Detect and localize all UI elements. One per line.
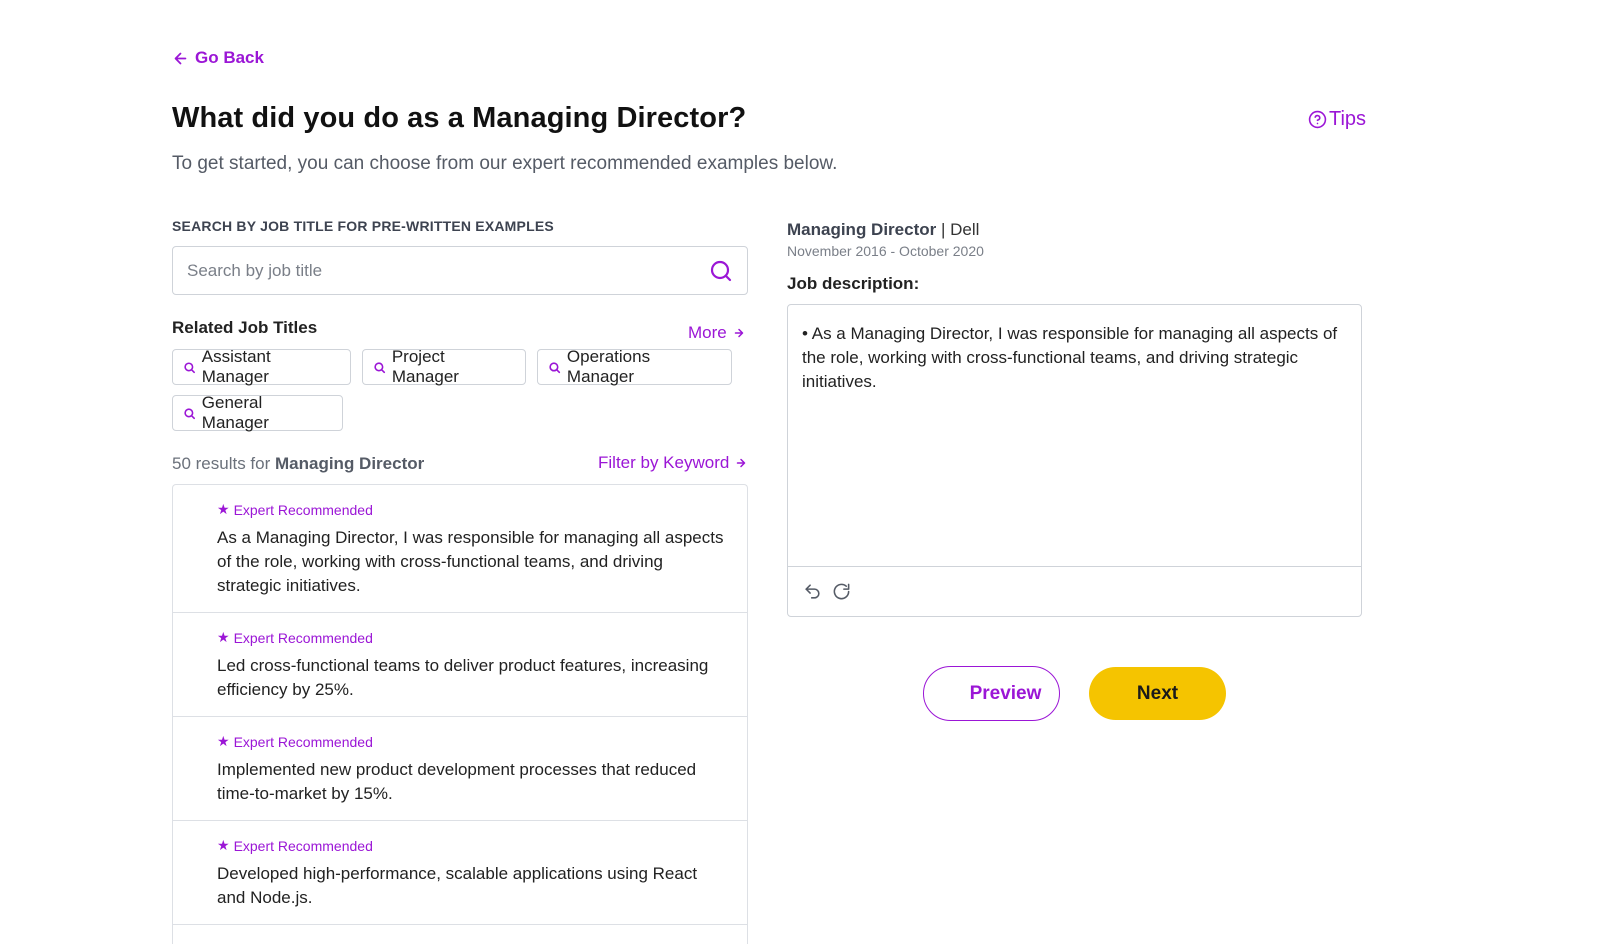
search-box [172,246,748,295]
related-job-titles-heading: Related Job Titles [172,318,318,337]
editor-toolbar [788,566,1361,616]
next-button[interactable]: Next [1089,667,1226,720]
question-circle-icon [1308,110,1327,129]
arrow-left-icon [174,52,187,64]
related-chip-project-manager[interactable]: Project Manager [362,347,526,386]
search-icon [374,361,386,373]
search-heading: SEARCH BY JOB TITLE FOR PRE-WRITTEN EXAM… [172,218,554,234]
result-text: As a Managing Director, I was responsibl… [217,528,724,595]
filter-by-keyword-link[interactable]: Filter by Keyword [598,453,747,473]
star-icon: ★ [217,837,230,853]
star-icon: ★ [217,733,230,749]
go-back-label: Go Back [195,48,264,67]
expert-badge: ★ Expert Recommended [217,501,727,518]
job-description-editor[interactable]: • As a Managing Director, I was responsi… [787,304,1362,617]
job-title: Managing Director [787,220,937,239]
chip-label: Project Manager [391,347,459,386]
undo-icon[interactable] [803,582,822,601]
more-label: More [688,323,727,342]
badge-label: Expert Recommended [233,733,373,750]
chip-label: General Manager [201,393,269,432]
results-list: ★ Expert Recommended As a Managing Direc… [172,484,748,944]
go-back-link[interactable]: Go Back [172,48,264,68]
chip-label: Operations Manager [566,347,651,386]
chip-label: Assistant Manager [201,347,271,386]
expert-badge: ★ Expert Recommended [217,837,727,854]
page-subtitle: To get started, you can choose from our … [172,153,838,174]
badge-label: Expert Recommended [233,629,373,646]
page-title: What did you do as a Managing Director? [172,102,747,134]
result-text: Led cross-functional teams to deliver pr… [217,656,709,699]
related-chip-assistant-manager[interactable]: Assistant Manager [172,347,351,386]
result-item[interactable]: ★ Expert Recommended Led cross-functiona… [173,613,747,717]
job-separator: | [940,220,946,239]
search-icon [184,407,195,419]
star-icon: ★ [217,629,230,645]
tips-link[interactable]: Tips [1308,108,1366,131]
badge-label: Expert Recommended [233,501,373,518]
arrow-right-icon [734,328,743,338]
preview-button[interactable]: Preview [923,666,1060,721]
star-icon: ★ [217,501,230,517]
arrow-right-icon [737,458,746,468]
related-chip-operations-manager[interactable]: Operations Manager [537,347,732,386]
search-input[interactable] [187,260,709,281]
result-item[interactable]: ★ Expert Recommended As a Managing Direc… [173,485,747,613]
job-company: Dell [950,220,980,239]
job-description-label: Job description: [787,274,920,293]
result-item[interactable]: ★ Expert Recommended Implemented new pro… [173,717,747,821]
results-query: Managing Director [275,454,425,473]
search-icon[interactable] [709,259,733,283]
results-count: 50 results for Managing Director [172,454,424,474]
job-header: Managing Director | Dell [787,220,979,240]
result-text: Implemented new product development proc… [217,760,697,803]
related-chip-general-manager[interactable]: General Manager [172,393,343,432]
expert-badge: ★ Expert Recommended [217,733,727,750]
job-dates: November 2016 - October 2020 [787,243,984,259]
search-icon [549,361,561,373]
search-icon [184,361,195,373]
expert-badge: ★ Expert Recommended [217,629,727,646]
more-link[interactable]: More [688,323,745,343]
editor-content[interactable]: • As a Managing Director, I was responsi… [788,305,1361,567]
results-count-prefix: 50 results for [172,454,271,473]
filter-label: Filter by Keyword [598,453,730,472]
result-item[interactable]: ★ Expert Recommended Developed high-perf… [173,821,747,925]
badge-label: Expert Recommended [233,837,373,854]
tips-label: Tips [1329,108,1367,130]
redo-icon[interactable] [832,582,851,601]
result-text: Developed high-performance, scalable app… [217,864,698,907]
